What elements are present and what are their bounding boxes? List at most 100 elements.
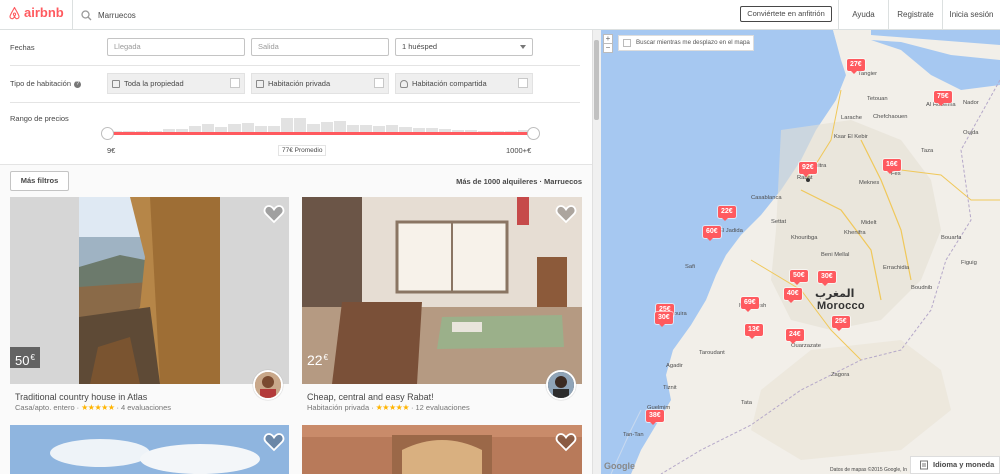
map-credit: Datos de mapas ©2015 Google, In [830,467,908,473]
nav-login[interactable]: Inicia sesión [942,0,1000,30]
room-type-entire-label: Toda la propiedad [124,79,184,88]
checkout-input[interactable]: Salida [251,38,389,56]
listing-photo[interactable] [302,197,582,384]
map-price-pin[interactable]: 60€ [703,226,721,241]
room-type-shared-label: Habitación compartida [412,79,487,88]
listing-subtitle: Habitación privada · ★★★★★ · 12 evaluaci… [307,403,470,412]
city-label: Figuig [961,260,977,266]
map-price-pin[interactable]: 30€ [655,312,673,327]
city-label: Beni Mellal [821,252,850,258]
city-label: Midelt [861,220,877,226]
home-icon [112,80,120,88]
host-avatar[interactable] [253,370,283,400]
room-type-entire-checkbox[interactable] [230,78,240,88]
checkin-input[interactable]: Llegada [107,38,245,56]
listing-photo[interactable] [10,197,289,384]
review-count: 4 evaluaciones [120,403,172,412]
listing-title[interactable]: Cheap, central and easy Rabat! [307,392,434,402]
listing-photo-image [302,425,582,474]
map-price-pin[interactable]: 13€ [745,324,763,339]
heart-icon[interactable] [263,203,285,225]
map-price-pin[interactable]: 75€ [934,91,952,106]
price-slider-max-handle[interactable] [527,127,540,140]
guests-select[interactable]: 1 huésped [395,38,533,56]
search-as-move-checkbox[interactable] [623,39,631,47]
top-header: airbnb Marruecos Conviértete en anfitrió… [0,0,1000,30]
city-label: Ksar El Kebir [834,134,868,140]
room-type-private[interactable]: Habitación privada [251,73,389,94]
more-filters-button[interactable]: Más filtros [10,171,69,191]
listing-subtitle: Casa/apto. entero · ★★★★★ · 4 evaluacion… [15,403,172,412]
city-label: Safi [685,264,695,270]
room-type-shared-checkbox[interactable] [518,78,528,88]
heart-icon[interactable] [555,431,577,453]
heart-icon[interactable] [263,431,285,453]
listing-price: 50€ [10,347,40,368]
help-icon[interactable]: ? [74,81,82,88]
city-label: Tan-Tan [623,432,644,438]
location-search[interactable]: Marruecos [72,0,372,30]
country-label: Morocco [817,300,865,312]
map-price-pin[interactable]: 16€ [883,159,901,174]
google-logo: Google [604,461,635,471]
map-price-pin[interactable]: 38€ [646,410,664,425]
map-price-pin[interactable]: 92€ [799,162,817,177]
city-label: Taroudant [699,350,725,356]
city-label: Khouribga [791,235,818,241]
city-label: Tangier [858,71,878,77]
logo-text: airbnb [24,5,64,20]
price-range-label: Rango de precios [10,114,69,123]
search-input[interactable]: Marruecos [98,11,136,20]
airbnb-icon [9,6,20,19]
listing-price: 22€ [307,352,329,368]
map-price-pin[interactable]: 27€ [847,59,865,74]
room-type-entire[interactable]: Toda la propiedad [107,73,245,94]
map-price-pin[interactable]: 25€ [832,316,850,331]
host-avatar-image [255,372,281,398]
city-label: Agadir [666,363,683,369]
price-slider-track[interactable] [108,132,532,135]
map-price-pin[interactable]: 69€ [741,297,759,312]
dates-label: Fechas [10,43,35,52]
host-avatar[interactable] [546,370,576,400]
city-label: Nador [963,100,979,106]
heart-icon[interactable] [555,203,577,225]
city-label: Meknes [859,180,880,186]
listing-title[interactable]: Traditional country house in Atlas [15,392,147,402]
price-slider-min-handle[interactable] [101,127,114,140]
zoom-out-button[interactable]: − [603,43,613,53]
become-host-button[interactable]: Conviértete en anfitrión [740,6,832,22]
nav-register[interactable]: Registrate [888,0,942,30]
room-type-shared[interactable]: Habitación compartida [395,73,533,94]
search-as-move-toggle[interactable]: Buscar mientras me desplazo en el mapa [618,35,754,51]
price-average: 77€ Promedio [278,145,327,156]
airbnb-logo[interactable]: airbnb [8,5,64,20]
room-type-private-checkbox[interactable] [374,78,384,88]
price-histogram [110,118,530,132]
listing-photo[interactable] [302,425,582,474]
city-label: Casablanca [751,195,782,201]
divider [10,102,580,103]
city-label: Boudnib [911,285,933,291]
listing-room-type: Casa/apto. entero [15,403,75,412]
language-currency-button[interactable]: Idioma y moneda [910,456,1000,474]
map-price-pin[interactable]: 22€ [718,206,736,221]
map-view[interactable]: Tangier Tetouan Al Hoceima Nador Larache… [601,30,1000,474]
rating-stars: ★★★★★ [375,403,410,412]
city-label: Larache [841,115,862,121]
language-currency-label: Idioma y moneda [933,460,995,469]
city-label: Errachidia [883,265,910,271]
document-icon [920,460,928,470]
host-avatar-image [548,372,574,398]
scrollbar-thumb[interactable] [594,40,599,120]
listing-photo-image [302,197,582,384]
city-label: Taza [921,148,934,154]
nav-help[interactable]: Ayuda [838,0,888,30]
city-label: El Jadida [719,228,743,234]
map-price-pin[interactable]: 50€ [790,270,808,285]
map-price-pin[interactable]: 40€ [784,288,802,303]
map-price-pin[interactable]: 30€ [818,271,836,286]
listing-photo[interactable] [10,425,289,474]
map-price-pin[interactable]: 24€ [786,329,804,344]
rating-stars: ★★★★★ [81,403,115,412]
